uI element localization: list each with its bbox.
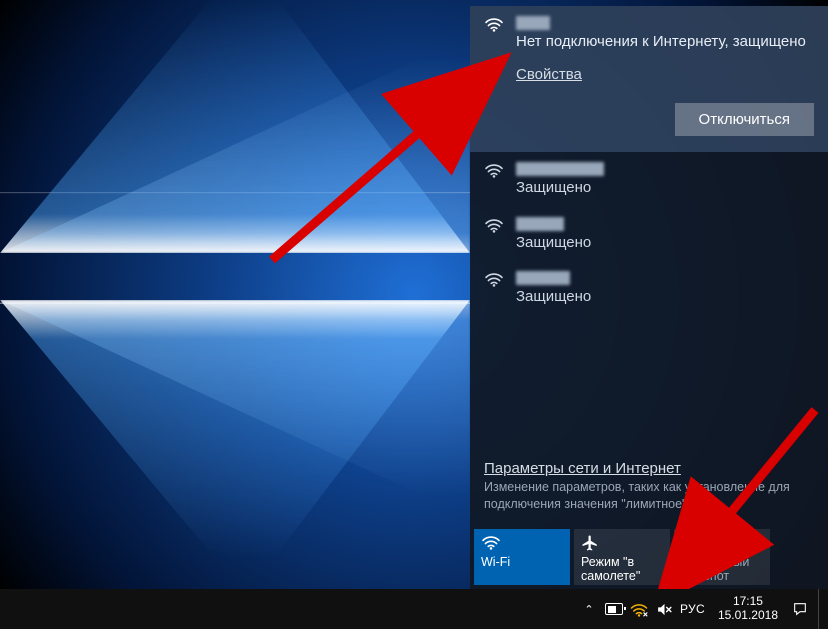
network-status: Защищено <box>516 287 814 307</box>
wifi-icon <box>484 16 504 32</box>
wifi-tray-icon[interactable] <box>630 600 648 618</box>
network-ssid <box>516 271 814 285</box>
show-desktop-button[interactable] <box>818 589 824 629</box>
network-item[interactable]: Защищено <box>470 207 828 261</box>
network-settings-subtitle: Изменение параметров, таких как установл… <box>484 479 814 513</box>
ssid-redacted <box>516 217 564 231</box>
ssid-redacted <box>516 162 604 176</box>
wifi-icon <box>484 162 504 178</box>
network-settings-link[interactable]: Параметры сети и Интернет <box>484 460 814 477</box>
clock-time: 17:15 <box>718 595 778 609</box>
ssid-redacted <box>516 271 570 285</box>
network-status: Защищено <box>516 178 814 198</box>
airplane-icon <box>581 534 663 552</box>
properties-link[interactable]: Свойства <box>516 66 582 83</box>
wifi-icon <box>481 534 501 550</box>
network-ssid <box>516 16 814 30</box>
network-item[interactable]: Защищено <box>470 261 828 315</box>
disconnect-button[interactable]: Отключиться <box>675 103 814 136</box>
system-tray: ⌃ РУС 17:15 15.01.2018 <box>580 589 824 629</box>
battery-icon[interactable] <box>605 600 623 618</box>
network-item-active[interactable]: Нет подключения к Интернету, защищено Св… <box>470 6 828 152</box>
network-item[interactable]: Защищено <box>470 152 828 206</box>
clock-date: 15.01.2018 <box>718 609 778 623</box>
network-status: Нет подключения к Интернету, защищено <box>516 32 814 52</box>
taskbar-clock[interactable]: 17:15 15.01.2018 <box>712 595 784 623</box>
hotspot-icon <box>681 534 763 552</box>
network-list: Нет подключения к Интернету, защищено Св… <box>470 6 828 456</box>
network-ssid <box>516 162 814 176</box>
tray-overflow-chevron-icon[interactable]: ⌃ <box>580 600 598 618</box>
volume-muted-icon[interactable] <box>655 600 673 618</box>
tile-airplane-mode[interactable]: Режим "в самолете" <box>574 529 670 585</box>
network-settings-link-block: Параметры сети и Интернет Изменение пара… <box>470 456 828 529</box>
network-ssid <box>516 217 814 231</box>
tile-mobile-hotspot[interactable]: Мобильный хот-спот <box>674 529 770 585</box>
network-flyout: Нет подключения к Интернету, защищено Св… <box>470 6 828 589</box>
wifi-icon <box>484 271 504 287</box>
tile-wifi[interactable]: Wi-Fi <box>474 529 570 585</box>
quick-action-tiles: Wi-Fi Режим "в самолете" Мобильный хот-с… <box>470 529 828 589</box>
wifi-icon <box>484 217 504 233</box>
ssid-redacted <box>516 16 550 30</box>
action-center-icon[interactable] <box>791 601 809 617</box>
input-language-indicator[interactable]: РУС <box>680 602 705 616</box>
network-status: Защищено <box>516 233 814 253</box>
taskbar: ⌃ РУС 17:15 15.01.2018 <box>0 589 828 629</box>
